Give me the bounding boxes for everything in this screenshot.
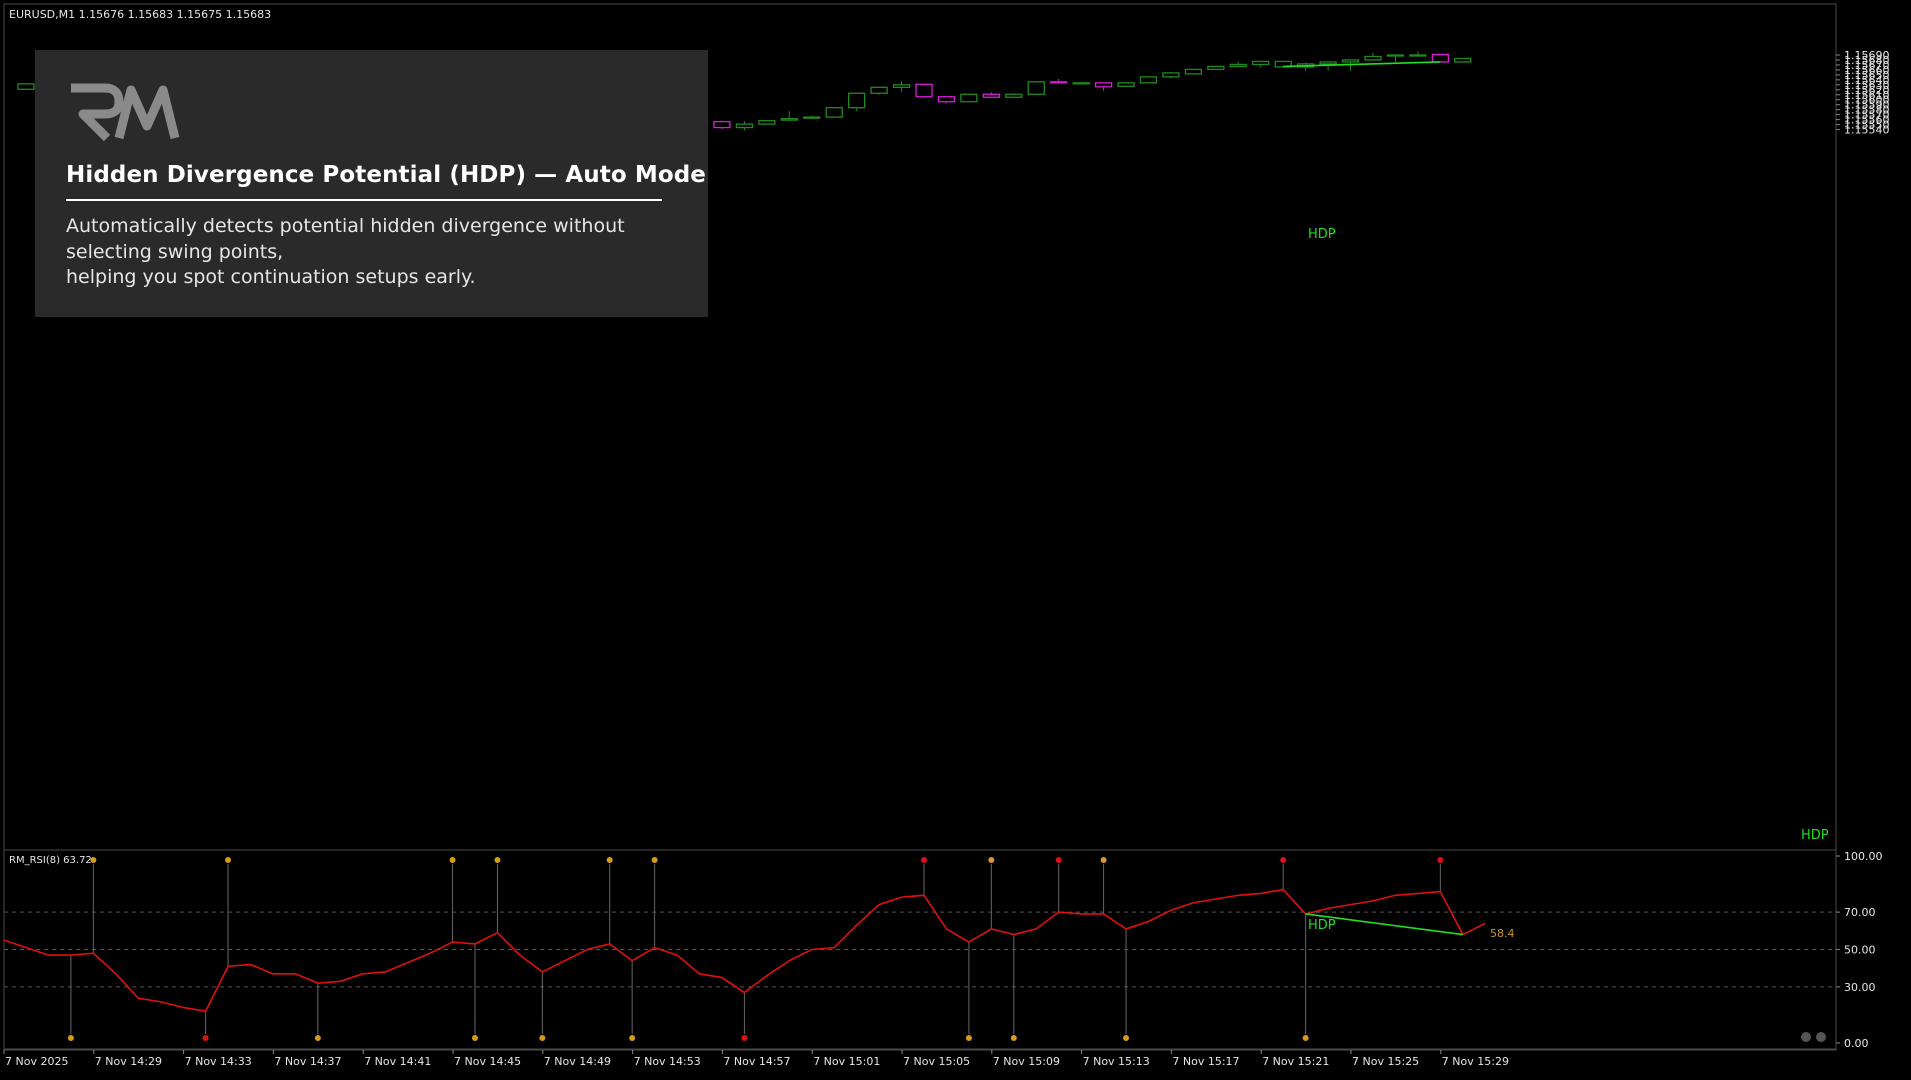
scroll-dot-icon[interactable] (1816, 1032, 1826, 1042)
hdp-label-rsi: HDP (1308, 918, 1336, 933)
symbol-info: EURUSD,M1 1.15676 1.15683 1.15675 1.1568… (9, 8, 272, 21)
swing-marker (741, 1035, 748, 1041)
candle (1139, 76, 1158, 84)
time-tick-label: 7 Nov 14:49 (544, 1055, 611, 1068)
swing-marker (1055, 857, 1062, 863)
description-line: helping you spot continuation setups ear… (66, 266, 476, 288)
swing-marker (472, 1035, 478, 1041)
rsi-tick-label: 0.00 (1844, 1037, 1869, 1050)
swing-marker (1302, 1035, 1309, 1041)
time-tick-label: 7 Nov 15:05 (903, 1055, 970, 1068)
rsi-tick-label: 50.00 (1844, 944, 1876, 957)
time-tick-label: 7 Nov 15:25 (1352, 1055, 1419, 1068)
scroll-dot-icon[interactable] (1801, 1032, 1811, 1042)
swing-marker (494, 857, 501, 863)
swing-marker (314, 1035, 321, 1041)
time-tick-label: 7 Nov 14:57 (723, 1055, 790, 1068)
rsi-indicator-label: RM_RSI(8) 63.72 (9, 855, 92, 866)
swing-marker (202, 1035, 209, 1041)
price-tick-label: 1.15540 (1844, 124, 1890, 137)
swing-marker (225, 857, 232, 863)
rsi-tick-label: 70.00 (1844, 906, 1876, 919)
swing-marker (921, 857, 927, 863)
swing-marker (629, 1035, 636, 1041)
description-line: selecting swing points, (66, 240, 284, 263)
time-tick-label: 7 Nov 14:29 (95, 1055, 162, 1068)
candle (937, 96, 956, 104)
candle (915, 83, 933, 98)
price-axis: 1.156901.156801.156701.156601.156501.156… (1836, 49, 1890, 137)
swing-marker (988, 857, 995, 863)
time-tick-label: 7 Nov 14:53 (634, 1055, 701, 1068)
swing-marker (1280, 857, 1287, 863)
swing-marker (539, 1035, 546, 1041)
time-tick-label: 7 Nov 14:37 (274, 1055, 341, 1068)
time-tick-label: 7 Nov 14:45 (454, 1055, 521, 1068)
time-tick-label: 7 Nov 15:21 (1262, 1055, 1329, 1068)
candle (1431, 53, 1449, 63)
time-tick-label: 7 Nov 14:41 (364, 1055, 431, 1068)
swing-marker (606, 857, 613, 863)
candle (1005, 93, 1023, 98)
candle (1117, 82, 1135, 88)
candle (1027, 81, 1045, 95)
candle (825, 107, 843, 118)
heading-underline (66, 199, 662, 201)
rsi-current-value: 58.4 (1490, 927, 1515, 940)
hdp-label-price: HDP (1308, 227, 1336, 242)
time-tick-label: 7 Nov 15:01 (813, 1055, 880, 1068)
logo-text: RM (63, 80, 65, 81)
candle (1207, 65, 1225, 71)
swing-marker (67, 1035, 74, 1041)
candle (758, 119, 776, 125)
description-line: Automatically detects potential hidden d… (66, 215, 625, 237)
rm-logo-icon: RM (63, 80, 180, 142)
candle (960, 93, 978, 103)
candle (713, 120, 731, 130)
candle (1184, 68, 1203, 75)
time-tick-label: 7 Nov 15:13 (1083, 1055, 1150, 1068)
hdp-label-corner: HDP (1801, 828, 1829, 843)
panel-description: Automatically detects potential hidden d… (66, 214, 686, 291)
time-tick-label: 7 Nov 15:09 (993, 1055, 1060, 1068)
swing-marker (449, 857, 456, 863)
swing-marker (1010, 1035, 1017, 1041)
panel-heading: Hidden Divergence Potential (HDP) — Auto… (66, 162, 707, 188)
info-panel: RM Hidden Divergence Potential (HDP) — A… (35, 50, 708, 317)
swing-marker (965, 1035, 972, 1041)
rsi-tick-label: 100.00 (1844, 850, 1883, 863)
time-tick-label: 7 Nov 15:17 (1172, 1055, 1239, 1068)
time-tick-label: 7 Nov 2025 (5, 1055, 68, 1068)
candle (870, 86, 888, 95)
swing-marker (1100, 857, 1107, 863)
time-tick-label: 7 Nov 15:29 (1442, 1055, 1509, 1068)
candle (17, 83, 35, 90)
swing-marker (651, 857, 658, 863)
rsi-tick-label: 30.00 (1844, 981, 1876, 994)
swing-marker (1437, 857, 1444, 863)
swing-marker (1123, 1035, 1130, 1041)
candle (1454, 57, 1472, 63)
time-tick-label: 7 Nov 14:33 (185, 1055, 252, 1068)
